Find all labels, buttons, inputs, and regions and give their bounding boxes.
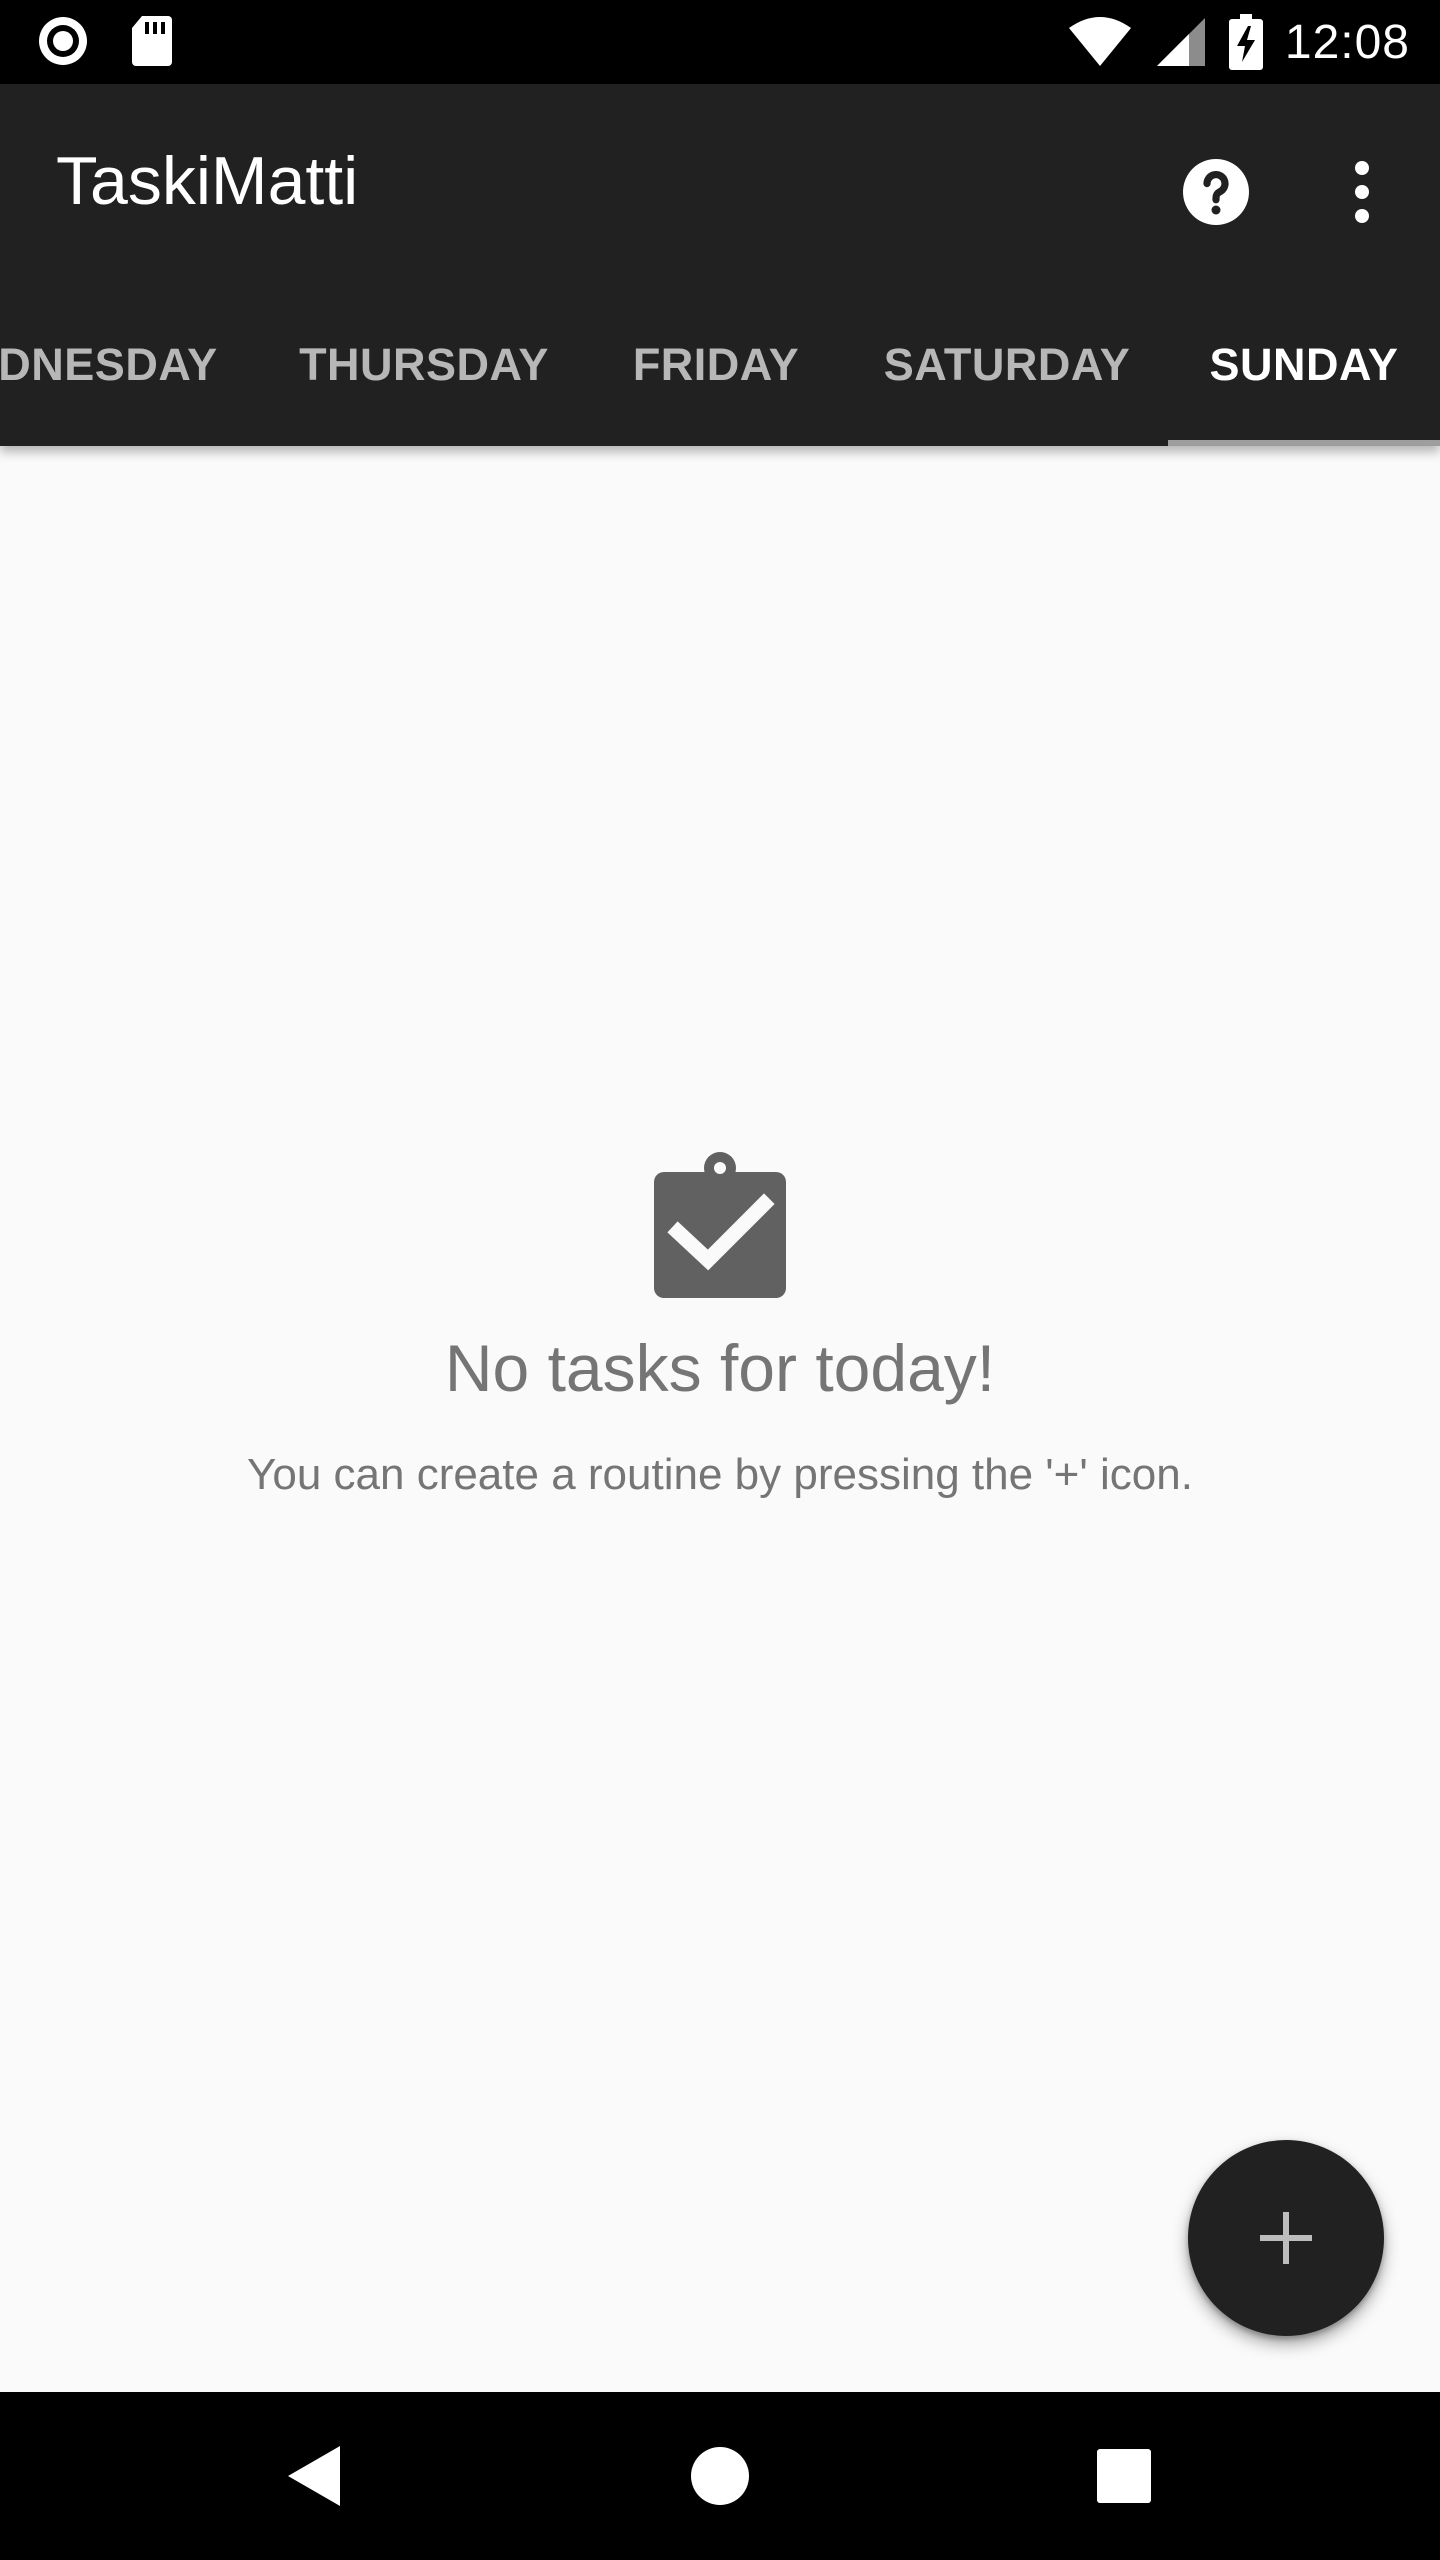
navigation-bar xyxy=(0,2392,1440,2560)
add-routine-button[interactable] xyxy=(1188,2140,1384,2336)
record-icon xyxy=(39,17,87,65)
more-vert-icon xyxy=(1355,161,1369,223)
tab-sunday[interactable]: SUNDAY xyxy=(1168,284,1440,446)
sd-card-icon xyxy=(132,16,172,66)
tab-friday[interactable]: FRIDAY xyxy=(616,284,816,446)
home-icon[interactable] xyxy=(680,2436,760,2516)
empty-state: No tasks for today! You can create a rou… xyxy=(0,1150,1440,1500)
tab-wednesday[interactable]: DNESDAY xyxy=(0,284,226,446)
day-tabs: DNESDAY THURSDAY FRIDAY SATURDAY SUNDAY xyxy=(0,284,1440,446)
tab-saturday[interactable]: SATURDAY xyxy=(854,284,1160,446)
toolbar: TaskiMatti xyxy=(0,84,1440,284)
tab-indicator xyxy=(1168,440,1440,446)
battery-charging-icon xyxy=(1228,14,1263,70)
recents-icon[interactable] xyxy=(1084,2436,1164,2516)
help-icon xyxy=(1183,159,1249,225)
empty-state-subtitle: You can create a routine by pressing the… xyxy=(247,1450,1193,1499)
status-left-icons xyxy=(36,14,174,68)
status-time: 12:08 xyxy=(1284,15,1410,69)
status-right-icons: 12:08 xyxy=(1067,10,1410,74)
clipboard-check-icon xyxy=(654,1152,786,1298)
plus-icon xyxy=(1260,2212,1312,2264)
empty-state-title: No tasks for today! xyxy=(444,1331,996,1405)
wifi-icon xyxy=(1068,17,1131,66)
help-button[interactable] xyxy=(1166,142,1266,242)
more-options-button[interactable] xyxy=(1312,142,1412,242)
app-bar: TaskiMatti DNESDAY THURSDAY FRIDAY SATUR… xyxy=(0,84,1440,446)
status-bar: 12:08 xyxy=(0,0,1440,84)
cell-signal-icon xyxy=(1156,18,1205,66)
back-icon[interactable] xyxy=(276,2436,356,2516)
app-screen: 12:08 TaskiMatti DNESDAY THURSDAY FRIDAY… xyxy=(0,0,1440,2560)
tab-thursday[interactable]: THURSDAY xyxy=(276,284,572,446)
app-title: TaskiMatti xyxy=(56,143,359,219)
